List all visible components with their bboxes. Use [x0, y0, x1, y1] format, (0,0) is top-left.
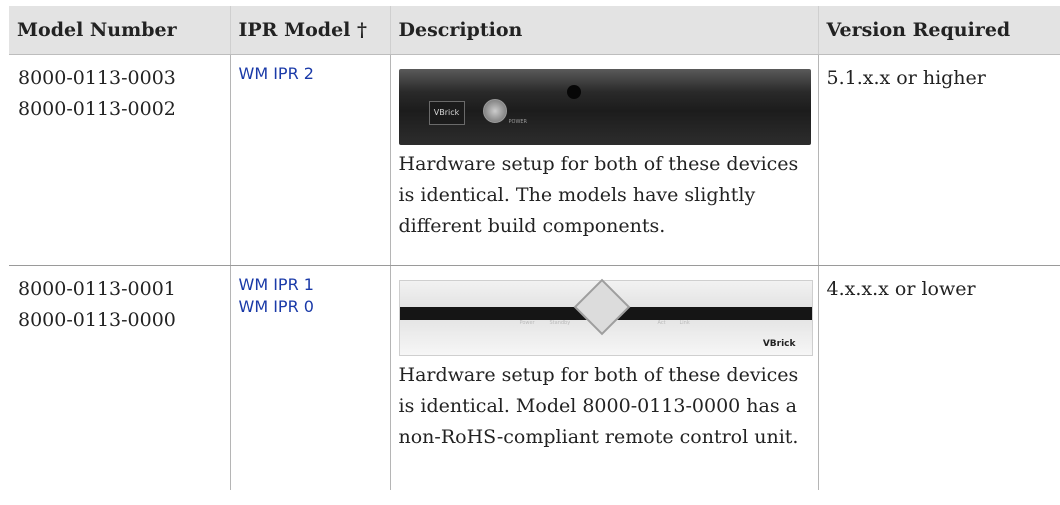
header-version-required: Version Required	[817, 6, 1060, 55]
description-cell: VBrick POWER Hardware setup for both of …	[389, 54, 818, 266]
ipr-model-cell: WM IPR 1 WM IPR 0	[229, 265, 390, 490]
table-row: 8000-0113-0001 8000-0113-0000 WM IPR 1 W…	[9, 265, 1060, 491]
standby-label: Standby	[549, 320, 571, 326]
header-description: Description	[389, 6, 818, 55]
model-number: 8000-0113-0003	[18, 67, 176, 89]
model-number-cell: 8000-0113-0003 8000-0113-0002	[9, 54, 230, 266]
description-cell: Power Standby Act Link VBrick Hardware s…	[389, 265, 818, 490]
header-row: Model Number IPR Model † Description Ver…	[9, 6, 1060, 55]
diamond-button-icon	[573, 278, 630, 336]
power-button-icon	[482, 99, 507, 123]
description-text: Hardware setup for both of these devices…	[398, 153, 799, 237]
model-number: 8000-0113-0001	[18, 278, 176, 300]
models-table: Model Number IPR Model † Description Ver…	[9, 6, 1060, 490]
version-required: 5.1.x.x or higher	[826, 67, 986, 89]
ipr-model-link[interactable]: WM IPR 0	[239, 296, 382, 318]
power-label: Power	[519, 320, 535, 326]
link-label: Link	[679, 320, 690, 326]
ipr-model-link[interactable]: WM IPR 2	[239, 63, 382, 85]
act-label: Act	[657, 320, 666, 326]
ir-sensor-icon	[566, 85, 581, 99]
model-number-cell: 8000-0113-0001 8000-0113-0000	[9, 266, 230, 491]
vbrick-logo: VBrick	[762, 339, 796, 349]
ipr-model-cell: WM IPR 2	[229, 54, 390, 266]
device-image-black: VBrick POWER	[398, 69, 811, 145]
header-model-number: Model Number	[9, 6, 230, 55]
header-ipr-model: IPR Model †	[229, 6, 390, 55]
ipr-model-link[interactable]: WM IPR 1	[239, 274, 382, 296]
version-required: 4.x.x.x or lower	[826, 278, 976, 300]
version-cell: 5.1.x.x or higher	[817, 54, 1060, 266]
power-label: POWER	[508, 119, 528, 125]
description-text: Hardware setup for both of these devices…	[398, 364, 799, 448]
model-number: 8000-0113-0000	[18, 309, 176, 331]
version-cell: 4.x.x.x or lower	[817, 265, 1060, 490]
model-number: 8000-0113-0002	[18, 98, 176, 120]
device-image-silver: Power Standby Act Link VBrick	[398, 278, 813, 356]
table-row: 8000-0113-0003 8000-0113-0002 WM IPR 2 V…	[9, 54, 1060, 266]
vbrick-logo: VBrick	[428, 101, 465, 125]
